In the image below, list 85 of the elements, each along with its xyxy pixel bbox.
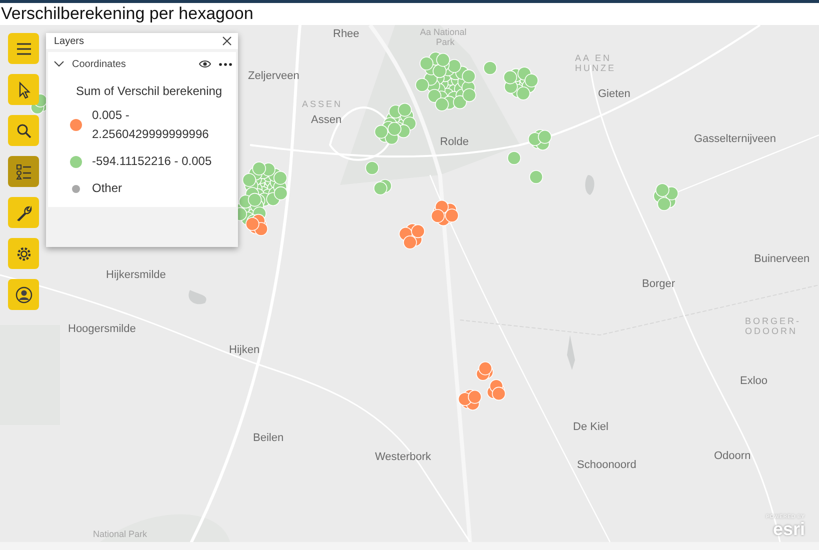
- chevron-icon[interactable]: [54, 60, 64, 67]
- map-point[interactable]: [462, 69, 476, 84]
- map-point[interactable]: [656, 183, 670, 197]
- toolbar-button[interactable]: [8, 279, 39, 310]
- lake-shape: [188, 290, 206, 304]
- place-label: Westerbork: [375, 451, 432, 463]
- region-label: ODOORN: [745, 325, 798, 337]
- map-point[interactable]: [411, 224, 425, 238]
- region-label: ASSEN: [302, 98, 343, 110]
- legend-label: 0.005 - 2.2560429999999996: [92, 107, 210, 143]
- map-point[interactable]: [430, 209, 445, 223]
- region-label: BORGER-: [745, 315, 802, 327]
- map-point[interactable]: [274, 186, 288, 200]
- lake-shape: [567, 335, 575, 370]
- map-point[interactable]: [435, 98, 449, 112]
- place-label: Schoonoord: [577, 459, 636, 471]
- map-point[interactable]: [468, 390, 482, 404]
- map-point[interactable]: [453, 95, 467, 110]
- more-options-icon[interactable]: [219, 62, 232, 66]
- map-point[interactable]: [374, 181, 388, 196]
- map-point[interactable]: [365, 161, 379, 175]
- map-point[interactable]: [403, 236, 417, 250]
- park-label: Park: [436, 36, 455, 48]
- map-point[interactable]: [274, 171, 288, 185]
- place-label: Borger: [642, 278, 676, 290]
- map-point[interactable]: [374, 124, 388, 139]
- region-label: AA EN: [575, 52, 612, 64]
- map-point[interactable]: [492, 386, 506, 401]
- map-point[interactable]: [538, 130, 552, 144]
- park-label: National Park: [93, 528, 148, 540]
- place-label: Hijkersmilde: [106, 269, 166, 281]
- place-label: Rolde: [440, 136, 469, 148]
- place-label: Odoorn: [714, 450, 751, 462]
- user-icon: [14, 284, 34, 304]
- map-point[interactable]: [445, 208, 459, 222]
- place-label: Zeljerveen: [248, 70, 300, 82]
- place-label: Gieten: [598, 88, 630, 100]
- layer-name: Coordinates: [72, 58, 127, 72]
- map-point[interactable]: [529, 170, 543, 184]
- toolbar-button[interactable]: [8, 238, 39, 269]
- legend-label: Other: [92, 180, 124, 197]
- map-point[interactable]: [462, 88, 476, 102]
- eye-icon[interactable]: [199, 60, 211, 68]
- place-label: Beilen: [253, 432, 284, 444]
- toolbar-button[interactable]: [8, 33, 39, 64]
- map-point[interactable]: [478, 362, 492, 376]
- map-point[interactable]: [246, 217, 260, 231]
- toolbar-button[interactable]: [8, 197, 39, 228]
- legend-title: Sum of Verschil berekening: [76, 83, 224, 100]
- place-label: Rhee: [333, 28, 360, 40]
- park-label: Aa National: [420, 26, 467, 38]
- map-point[interactable]: [657, 197, 671, 211]
- map-point[interactable]: [415, 78, 429, 92]
- place-label: Hijken: [229, 344, 260, 356]
- map-title: Verschilberekening per hexagoon: [0, 0, 819, 25]
- list-icon: [14, 162, 34, 182]
- map-point[interactable]: [483, 61, 497, 75]
- panel-title: Layers: [54, 34, 84, 48]
- map-point[interactable]: [436, 53, 450, 67]
- place-label: Assen: [311, 114, 342, 126]
- place-label: De Kiel: [573, 421, 608, 433]
- map-point[interactable]: [252, 162, 266, 176]
- close-button[interactable]: [222, 36, 232, 46]
- map-point[interactable]: [524, 74, 538, 88]
- map-point[interactable]: [248, 192, 262, 207]
- toolbar-button[interactable]: [8, 156, 39, 187]
- place-label: Exloo: [740, 375, 768, 387]
- map-point[interactable]: [516, 86, 530, 100]
- map-point[interactable]: [398, 102, 412, 117]
- map-point[interactable]: [388, 122, 402, 136]
- place-label: Hoogersmilde: [68, 323, 136, 335]
- region-label: HUNZE: [575, 62, 616, 74]
- map-point[interactable]: [447, 59, 462, 73]
- toolbar-button[interactable]: [8, 74, 39, 105]
- toolbar-button[interactable]: [8, 115, 39, 146]
- legend-label: -594.11152216 - 0.005: [92, 153, 213, 170]
- place-label: Buinerveen: [754, 253, 810, 265]
- map-point[interactable]: [242, 173, 256, 187]
- map-point[interactable]: [432, 64, 446, 78]
- map-point[interactable]: [503, 70, 518, 84]
- map-point[interactable]: [428, 89, 442, 103]
- lake-shape: [585, 175, 594, 195]
- map-point[interactable]: [507, 151, 521, 165]
- place-label: Gasselternijveen: [694, 133, 776, 145]
- map-point[interactable]: [420, 56, 434, 70]
